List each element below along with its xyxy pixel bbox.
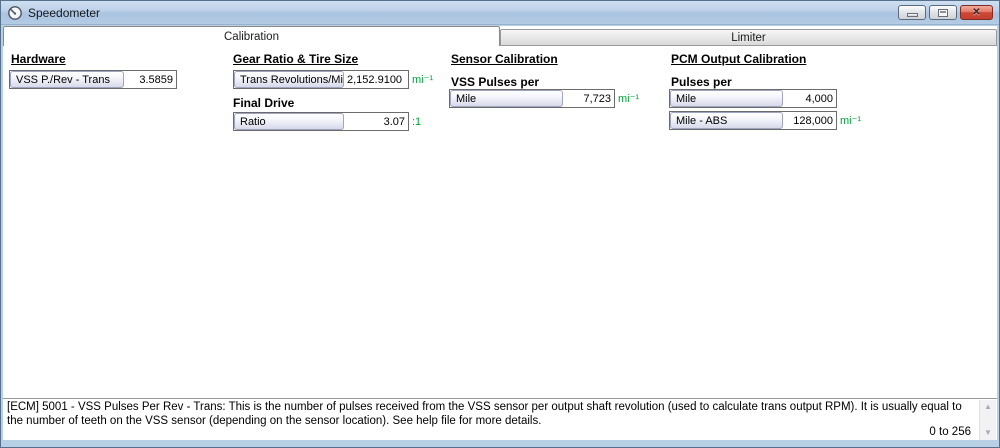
param-unit: mi⁻¹ (412, 73, 433, 86)
param-value-input[interactable] (124, 71, 176, 88)
param-row: VSS P./Rev - Trans (9, 70, 177, 89)
section-header-pcm-output: PCM Output Calibration (671, 52, 806, 66)
tab-strip: Calibration Limiter (3, 26, 997, 46)
param-row: Mile mi⁻¹ (449, 89, 639, 108)
param-label: Trans Revolutions/Mile (234, 71, 344, 88)
minimize-button[interactable] (898, 5, 926, 20)
subsection-header-pulses-per: Pulses per (671, 75, 732, 89)
calibration-panel: Hardware VSS P./Rev - Trans Gear Ratio &… (3, 46, 997, 398)
speedometer-window: Speedometer ✕ Calibration Limiter Hardwa… (0, 0, 1000, 448)
param-value-input[interactable] (783, 90, 836, 107)
param-unit: :1 (412, 116, 421, 128)
param-label: Ratio (234, 113, 344, 130)
param-label: Mile (450, 90, 563, 107)
param-label: Mile - ABS (670, 112, 783, 129)
param-value-input[interactable] (344, 71, 408, 88)
param-unit: mi⁻¹ (618, 92, 639, 105)
title-bar[interactable]: Speedometer ✕ (1, 1, 999, 25)
section-header-final-drive: Final Drive (233, 96, 294, 110)
param-row: Mile (669, 89, 840, 108)
close-button[interactable]: ✕ (960, 5, 993, 20)
scroll-up-icon[interactable]: ▲ (980, 402, 996, 412)
param-value-input[interactable] (344, 113, 408, 130)
section-header-gear-ratio: Gear Ratio & Tire Size (233, 52, 358, 66)
maximize-button[interactable] (929, 5, 957, 20)
tab-limiter[interactable]: Limiter (500, 29, 997, 46)
close-icon: ✕ (972, 8, 980, 18)
subsection-header-vss-pulses: VSS Pulses per (451, 75, 539, 89)
section-header-sensor-calibration: Sensor Calibration (451, 52, 558, 66)
value-range: 0 to 256 (929, 426, 971, 438)
parameter-description: [ECM] 5001 - VSS Pulses Per Rev - Trans:… (7, 401, 975, 428)
tab-calibration[interactable]: Calibration (3, 26, 500, 46)
param-row: Trans Revolutions/Mile mi⁻¹ (233, 70, 433, 89)
section-header-hardware: Hardware (11, 52, 66, 66)
window-frame-bottom (1, 440, 999, 447)
scroll-down-icon[interactable]: ▼ (980, 428, 996, 438)
param-row: Mile - ABS mi⁻¹ (669, 111, 861, 130)
description-scrollbar[interactable]: ▲ ▼ (979, 400, 996, 440)
param-unit: mi⁻¹ (840, 114, 861, 127)
minimize-icon (907, 13, 918, 17)
param-value-input[interactable] (783, 112, 836, 129)
speedometer-icon (7, 5, 23, 21)
param-value-input[interactable] (563, 90, 614, 107)
window-title: Speedometer (28, 6, 100, 20)
param-label: VSS P./Rev - Trans (10, 71, 124, 88)
param-row: Ratio :1 (233, 112, 421, 131)
description-panel: [ECM] 5001 - VSS Pulses Per Rev - Trans:… (3, 398, 997, 441)
param-label: Mile (670, 90, 783, 107)
maximize-icon (938, 9, 948, 17)
